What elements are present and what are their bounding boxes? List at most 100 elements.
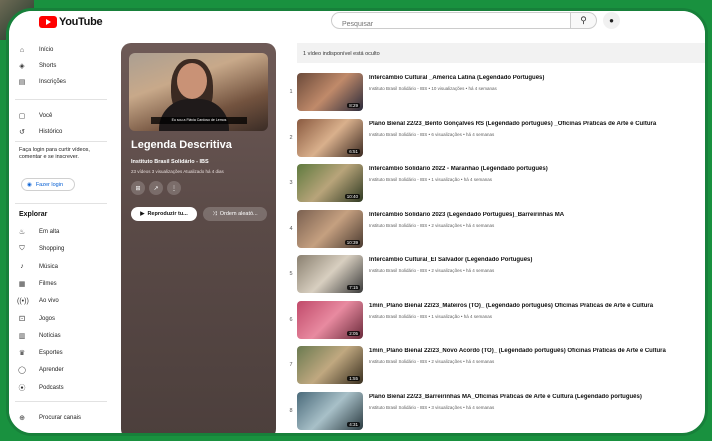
- sidebar-item-label: Notícias: [39, 332, 61, 339]
- playlist-thumbnail[interactable]: Eu sou a Flávia Cardoso de Lemos: [129, 53, 268, 131]
- sidebar-item-label: Inscrições: [39, 79, 67, 85]
- video-thumbnail[interactable]: 7:15: [297, 255, 363, 293]
- sports-icon: ♛: [18, 350, 26, 358]
- login-button[interactable]: ◉ Fazer login: [21, 178, 75, 191]
- login-button-label: Fazer login: [35, 181, 64, 188]
- sidebar-explore-item-0[interactable]: ♨ Em alta: [17, 225, 109, 239]
- sidebar-item-3[interactable]: ▢ Você: [17, 109, 109, 123]
- sidebar-explore-item-5[interactable]: ⚀ Jogos: [17, 312, 109, 326]
- video-index: 5: [289, 271, 293, 277]
- video-row[interactable]: 4 10:39 Intercâmbio Solidário 2023 (Legend…: [283, 209, 703, 254]
- sidebar-explore-item-8[interactable]: ◯ Aprender: [17, 363, 109, 377]
- browse-channels-item[interactable]: ⊕ Procurar canais: [17, 411, 109, 425]
- video-thumbnail[interactable]: 4:31: [297, 391, 363, 430]
- video-index: 3: [289, 180, 293, 186]
- video-meta: Instituto Brasil Solidário - IBS • 2 vis…: [369, 222, 495, 228]
- sidebar-item-label: Shopping: [39, 246, 65, 253]
- sidebar-divider: [15, 203, 107, 204]
- sidebar-item-2[interactable]: ▤ Inscrições: [17, 75, 109, 89]
- more-icon: ⋮: [171, 185, 177, 192]
- search-box[interactable]: [331, 12, 571, 32]
- sidebar-explore-item-9[interactable]: ⦿ Podcasts: [17, 381, 109, 395]
- video-duration: 1:55: [347, 376, 360, 381]
- video-row[interactable]: 1 8:29 Intercâmbio Cultural _América Latin…: [283, 73, 703, 117]
- save-playlist-button[interactable]: ⊞: [131, 181, 145, 195]
- video-duration: 2:05: [347, 330, 360, 336]
- shuffle-button[interactable]: ⤨ Ordem aleató...: [203, 207, 267, 221]
- video-row[interactable]: 7 1:55 1min_Plano Bienal 22/23_Novo Acordo…: [283, 346, 703, 390]
- sidebar-item-label: Filmes: [39, 280, 57, 287]
- video-row[interactable]: 5 7:15 Intercâmbio Cultural_El Salvador (L…: [283, 255, 703, 299]
- video-duration: 7:15: [347, 285, 360, 290]
- share-icon: ↗: [153, 185, 159, 192]
- sidebar-divider: [15, 141, 107, 142]
- sidebar-item-4[interactable]: ↺ Histórico: [17, 125, 109, 139]
- video-thumbnail[interactable]: 8:29: [297, 73, 363, 111]
- sidebar-explore-item-3[interactable]: ▦ Filmes: [17, 277, 109, 291]
- voice-search-button[interactable]: ●: [603, 12, 620, 29]
- sidebar: ⌂ Início ◈ Shorts ▤ Inscrições ▢ Você ↺ Histórico…: [9, 37, 113, 433]
- gaming-icon: ⚀: [18, 315, 26, 323]
- video-title[interactable]: Intercâmbio Cultural_El Salvador (Legend…: [369, 257, 699, 263]
- sidebar-divider: [15, 99, 107, 100]
- sidebar-explore-item-2[interactable]: ♪ Música: [17, 260, 109, 274]
- video-row[interactable]: 8 4:31 Plano Bienal 22/23_Barreirinhas MA_…: [283, 391, 703, 434]
- video-meta: Instituto Brasil Solidário - IBS • 6 vis…: [369, 131, 495, 137]
- playlist-meta: 23 vídeos 3 visualizações Atualizado há …: [131, 169, 224, 174]
- video-duration: 6:51: [347, 148, 360, 154]
- video-meta: Instituto Brasil Solidário - IBS • 1 vis…: [369, 313, 492, 319]
- history-icon: ↺: [19, 129, 25, 136]
- top-bar: YouTube ⚲ ●: [9, 11, 705, 41]
- video-thumbnail[interactable]: 2:05: [297, 300, 363, 339]
- sidebar-explore-item-6[interactable]: ▥ Notícias: [17, 329, 109, 343]
- youtube-logo[interactable]: YouTube: [39, 14, 103, 30]
- search-icon: ⚲: [580, 15, 587, 25]
- trending-icon: ♨: [18, 229, 26, 236]
- hidden-video-notice: 1 vídeo indisponível está oculto: [303, 51, 380, 57]
- shopping-icon: ⛉: [19, 245, 25, 253]
- search-button[interactable]: ⚲: [571, 12, 597, 29]
- video-thumbnail[interactable]: 10:40: [297, 164, 363, 202]
- sidebar-item-label: Início: [39, 47, 54, 53]
- video-title[interactable]: Intercâmbio Solidário 2023 (Legendado Po…: [369, 212, 699, 218]
- sidebar-explore-item-1[interactable]: ⛉ Shopping: [17, 242, 109, 256]
- playlist-channel[interactable]: Instituto Brasil Solidário - IBS: [131, 159, 209, 165]
- video-duration: 4:31: [347, 421, 360, 427]
- video-row[interactable]: 3 10:40 Intercâmbio Solidário 2022 - Maran…: [283, 164, 703, 208]
- play-all-button[interactable]: ▶ Reproduzir tu...: [131, 207, 197, 221]
- save-icon: ⊞: [135, 185, 141, 192]
- shuffle-label: Ordem aleató...: [219, 211, 258, 217]
- sidebar-divider: [15, 401, 107, 402]
- video-title[interactable]: 1min_Plano Bienal 22/23_Mateiros (TO)_ (…: [369, 303, 699, 309]
- video-duration: 10:39: [344, 239, 360, 245]
- video-row[interactable]: 6 2:05 1min_Plano Bienal 22/23_Mateiros (T…: [283, 300, 703, 345]
- sidebar-explore-item-7[interactable]: ♛ Esportes: [17, 346, 109, 360]
- sidebar-item-0[interactable]: ⌂ Início: [17, 43, 109, 57]
- microphone-icon: ●: [609, 16, 614, 25]
- video-title[interactable]: Intercâmbio Cultural _América Latina (Le…: [369, 75, 699, 81]
- browser-window: YouTube ⚲ ● ⌂ Início ◈ Shorts ▤ Inscrições ▢ Vo…: [6, 8, 708, 436]
- video-row[interactable]: 2 6:51 Plano Bienal 22/23_Bento Gonçalves …: [283, 118, 703, 163]
- add-circle-icon: ⊕: [19, 415, 25, 422]
- video-index: 4: [289, 225, 293, 232]
- video-title[interactable]: Intercâmbio Solidário 2022 - Maranhão (L…: [369, 166, 699, 172]
- video-thumbnail[interactable]: 6:51: [297, 118, 363, 157]
- share-button[interactable]: ↗: [149, 181, 163, 195]
- movies-icon: ▦: [18, 280, 26, 288]
- live-icon: ((•)): [17, 297, 29, 305]
- sidebar-item-label: Aprender: [39, 367, 64, 374]
- video-title[interactable]: 1min_Plano Bienal 22/23_Novo Acordo (TO)…: [369, 348, 699, 354]
- sidebar-item-1[interactable]: ◈ Shorts: [17, 59, 109, 73]
- logo-text: YouTube: [59, 16, 103, 28]
- video-title[interactable]: Plano Bienal 22/23_Bento Gonçalves RS (L…: [369, 121, 699, 127]
- video-thumbnail[interactable]: 1:55: [297, 346, 363, 384]
- sidebar-item-label: Shorts: [39, 63, 57, 69]
- sidebar-item-label: Música: [39, 263, 59, 270]
- video-title[interactable]: Plano Bienal 22/23_Barreirinhas MA_Ofici…: [369, 394, 699, 400]
- search-input[interactable]: [332, 17, 570, 32]
- more-options-button[interactable]: ⋮: [167, 181, 181, 195]
- sidebar-explore-item-4[interactable]: ((•)) Ao vivo: [17, 294, 109, 308]
- video-duration: 8:29: [347, 103, 360, 108]
- youtube-play-icon: [39, 16, 57, 28]
- video-thumbnail[interactable]: 10:39: [297, 209, 363, 248]
